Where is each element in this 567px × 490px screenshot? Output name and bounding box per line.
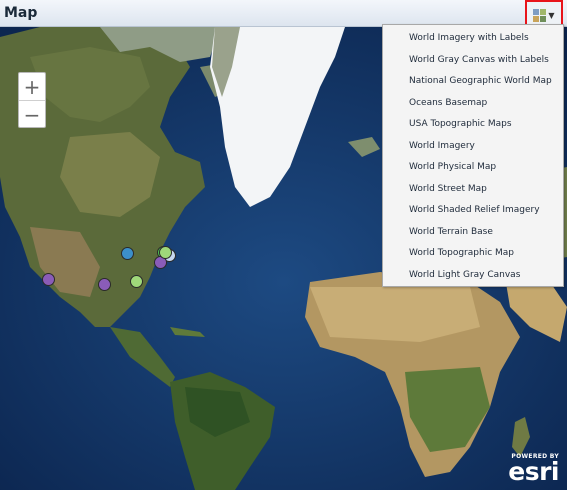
basemap-item[interactable]: World Light Gray Canvas [383, 265, 563, 287]
page-title: Map [4, 5, 38, 21]
basemap-item[interactable]: World Terrain Base [383, 222, 563, 244]
map-marker[interactable] [42, 273, 55, 286]
basemap-item[interactable]: USA Topographic Maps [383, 114, 563, 136]
esri-brand: esri [508, 457, 559, 486]
basemap-item[interactable]: National Geographic World Map [383, 71, 563, 93]
map-marker[interactable] [98, 278, 111, 291]
map-marker[interactable] [130, 275, 143, 288]
basemap-item[interactable]: World Gray Canvas with Labels [383, 50, 563, 72]
basemap-item[interactable]: World Shaded Relief Imagery [383, 200, 563, 222]
zoom-in-button[interactable]: + [19, 73, 45, 101]
basemap-item[interactable]: World Physical Map [383, 157, 563, 179]
map-marker[interactable] [159, 246, 172, 259]
basemap-item[interactable]: Oceans Basemap [383, 93, 563, 115]
zoom-out-button[interactable]: − [19, 101, 45, 128]
basemap-gallery-icon [533, 9, 547, 22]
zoom-control: + − [18, 72, 46, 128]
map-marker[interactable] [121, 247, 134, 260]
esri-logo: POWERED BY esri [508, 453, 559, 484]
basemap-item[interactable]: World Street Map [383, 179, 563, 201]
basemap-gallery-menu: World Imagery with Labels World Gray Canv… [382, 24, 564, 287]
map-title-bar: Map [0, 0, 567, 27]
basemap-item[interactable]: World Imagery with Labels [383, 28, 563, 50]
chevron-down-icon: ▼ [548, 11, 555, 20]
basemap-item[interactable]: World Imagery [383, 136, 563, 158]
basemap-list: World Imagery with Labels World Gray Canv… [383, 25, 563, 286]
basemap-item[interactable]: World Topographic Map [383, 243, 563, 265]
